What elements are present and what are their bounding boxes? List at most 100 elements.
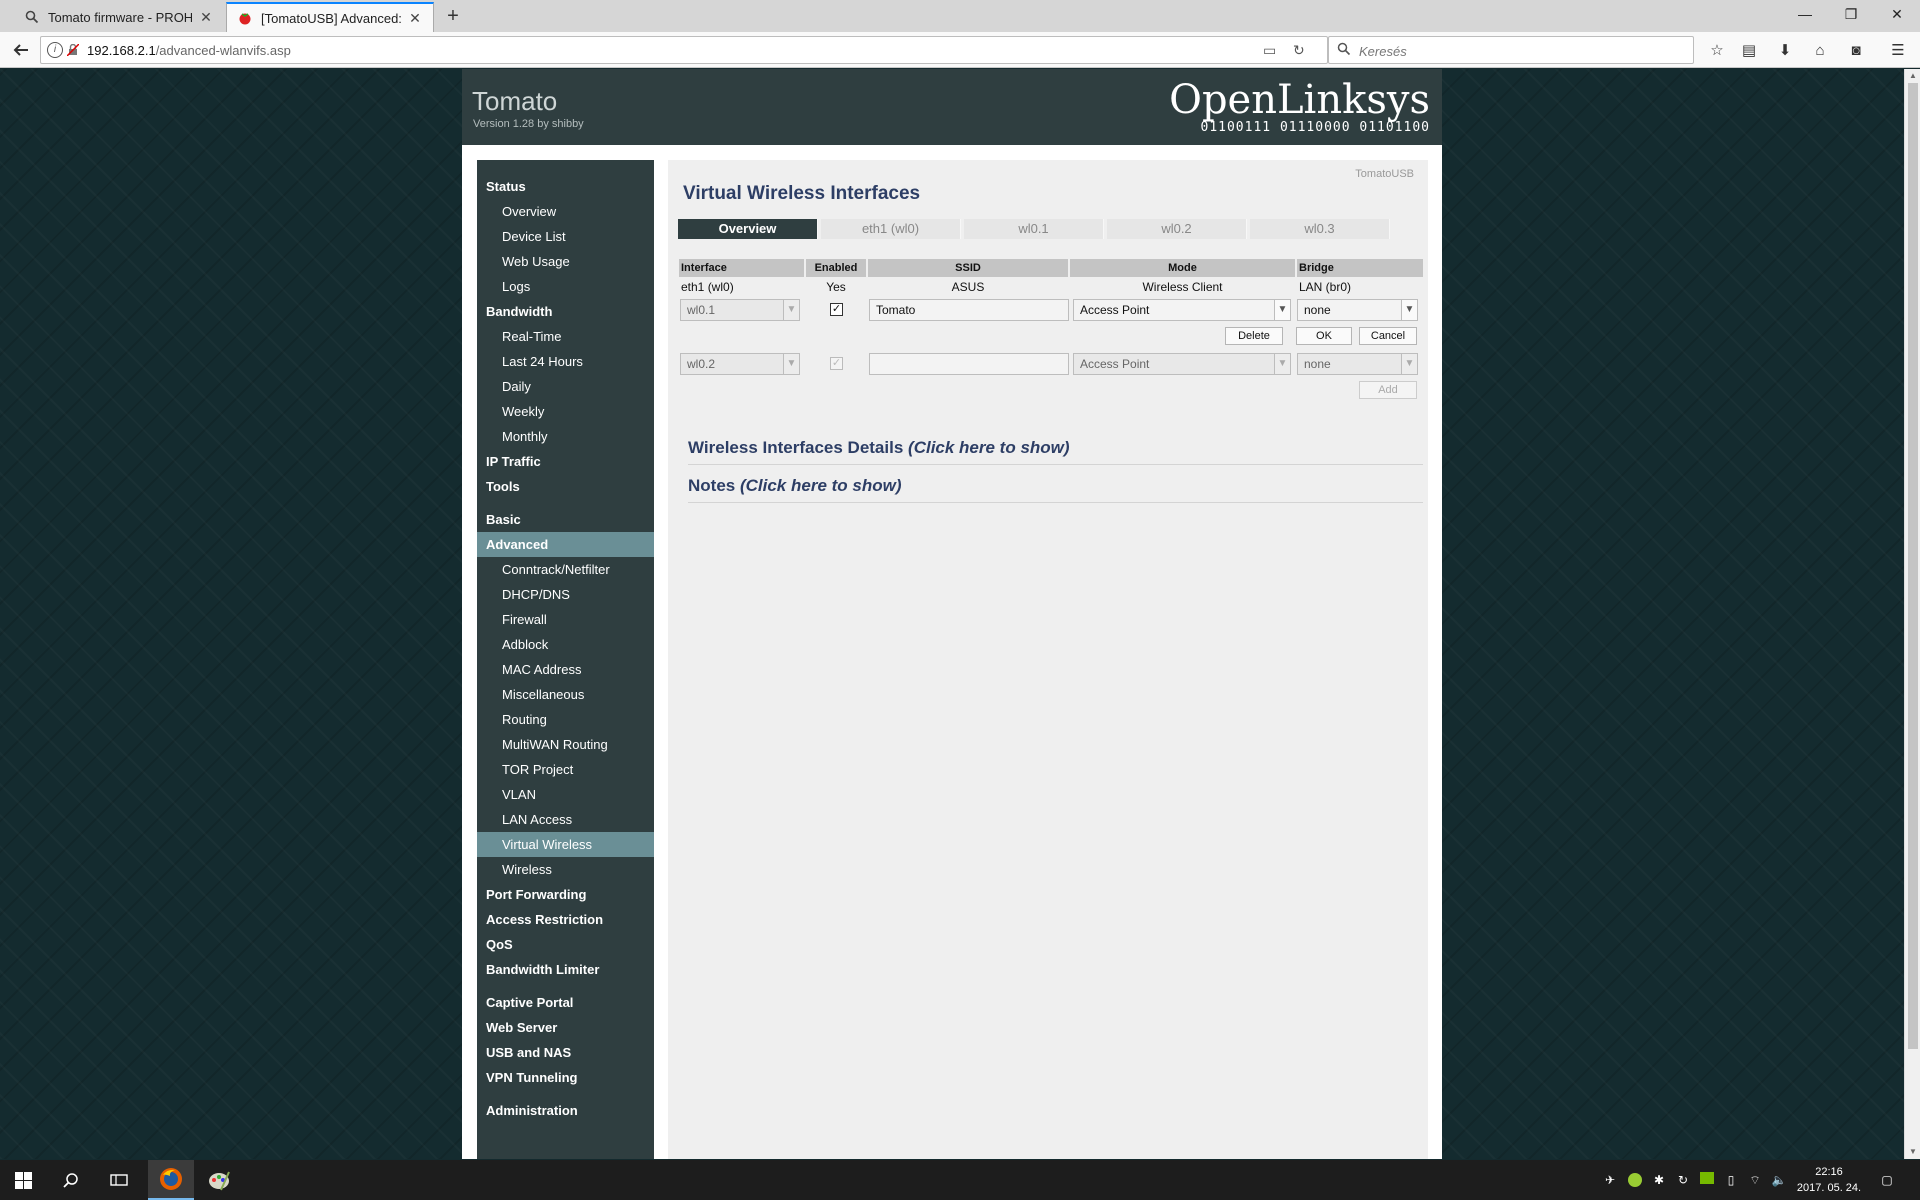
- pocket-icon[interactable]: ◙: [1846, 41, 1866, 61]
- delete-button[interactable]: Delete: [1225, 327, 1283, 345]
- bridge-select[interactable]: none ▼: [1297, 299, 1418, 321]
- sidebar-item-routing[interactable]: Routing: [477, 707, 654, 732]
- cancel-button[interactable]: Cancel: [1359, 327, 1417, 345]
- back-arrow-icon[interactable]: [8, 37, 34, 63]
- new-mode-select[interactable]: Access Point ▼: [1073, 353, 1291, 375]
- bookmarks-library-icon[interactable]: ▤: [1739, 41, 1759, 61]
- mode-select[interactable]: Access Point ▼: [1073, 299, 1291, 321]
- sidebar-item-access-restriction[interactable]: Access Restriction: [477, 907, 654, 932]
- close-tab-icon[interactable]: ✕: [407, 10, 423, 27]
- scroll-down-icon[interactable]: ▼: [1905, 1145, 1920, 1159]
- sidebar-item-lan-access[interactable]: LAN Access: [477, 807, 654, 832]
- home-icon[interactable]: ⌂: [1810, 41, 1830, 61]
- download-icon[interactable]: ⬇: [1775, 41, 1795, 61]
- new-ssid-input[interactable]: [869, 353, 1069, 375]
- firefox-icon[interactable]: [148, 1160, 194, 1200]
- sidebar-item-multiwan-routing[interactable]: MultiWAN Routing: [477, 732, 654, 757]
- new-bridge-select[interactable]: none ▼: [1297, 353, 1418, 375]
- new-interface-select[interactable]: wl0.2 ▼: [680, 353, 800, 375]
- bluetooth-icon[interactable]: ✱: [1650, 1172, 1668, 1188]
- vertical-scrollbar[interactable]: ▲ ▼: [1904, 69, 1920, 1159]
- sidebar-item-status[interactable]: Status: [477, 174, 654, 199]
- browser-tab-tomato-firmware[interactable]: Tomato firmware - PROHAR ✕: [14, 2, 224, 32]
- restore-icon[interactable]: ❐: [1828, 0, 1874, 30]
- sync-icon[interactable]: ↻: [1674, 1172, 1692, 1188]
- info-icon[interactable]: i: [47, 42, 63, 58]
- paint-app-icon[interactable]: [196, 1160, 242, 1200]
- sidebar-item-web-usage[interactable]: Web Usage: [477, 249, 654, 274]
- airplane-icon[interactable]: ✈: [1601, 1172, 1619, 1188]
- close-tab-icon[interactable]: ✕: [198, 9, 214, 26]
- sidebar-item-web-server[interactable]: Web Server: [477, 1015, 654, 1040]
- scroll-up-icon[interactable]: ▲: [1905, 69, 1920, 83]
- search-bar[interactable]: Keresés: [1328, 36, 1694, 64]
- tab-overview[interactable]: Overview: [678, 219, 818, 239]
- action-center-icon[interactable]: ▢: [1878, 1172, 1896, 1188]
- tab-wl0-3[interactable]: wl0.3: [1250, 219, 1390, 239]
- menu-hamburger-icon[interactable]: ☰: [1888, 41, 1908, 61]
- sidebar-item-dhcp-dns[interactable]: DHCP/DNS: [477, 582, 654, 607]
- sidebar-item-usb-and-nas[interactable]: USB and NAS: [477, 1040, 654, 1065]
- sidebar-item-bandwidth[interactable]: Bandwidth: [477, 299, 654, 324]
- battery-icon[interactable]: ▯: [1722, 1172, 1740, 1188]
- ok-button[interactable]: OK: [1296, 327, 1352, 345]
- app-tray-icon[interactable]: [1626, 1172, 1644, 1188]
- insecure-lock-icon[interactable]: [66, 43, 80, 57]
- sidebar-item-bandwidth-limiter[interactable]: Bandwidth Limiter: [477, 957, 654, 982]
- new-enabled-checkbox[interactable]: ✓: [830, 357, 843, 370]
- sidebar-item-administration[interactable]: Administration: [477, 1098, 654, 1123]
- interface-select[interactable]: wl0.1 ▼: [680, 299, 800, 321]
- sidebar-item-port-forwarding[interactable]: Port Forwarding: [477, 882, 654, 907]
- tab-wl0-2[interactable]: wl0.2: [1107, 219, 1247, 239]
- nvidia-icon[interactable]: [1698, 1172, 1716, 1188]
- sidebar-item-logs[interactable]: Logs: [477, 274, 654, 299]
- sidebar-item-ip-traffic[interactable]: IP Traffic: [477, 449, 654, 474]
- sidebar-item-wireless[interactable]: Wireless: [477, 857, 654, 882]
- system-clock[interactable]: 22:16 2017. 05. 24.: [1790, 1164, 1868, 1196]
- network-icon[interactable]: ⌔: [1746, 1172, 1764, 1188]
- minimize-icon[interactable]: —: [1782, 0, 1828, 30]
- sidebar-item-firewall[interactable]: Firewall: [477, 607, 654, 632]
- browser-tab-tomatousb[interactable]: [TomatoUSB] Advanced: Virt ✕: [226, 2, 434, 32]
- windows-start-icon[interactable]: [0, 1160, 46, 1200]
- reader-view-icon[interactable]: ▭: [1263, 42, 1276, 59]
- sidebar-item-qos[interactable]: QoS: [477, 932, 654, 957]
- bookmark-star-icon[interactable]: ☆: [1707, 41, 1727, 61]
- sidebar-item-daily[interactable]: Daily: [477, 374, 654, 399]
- sidebar-item-adblock[interactable]: Adblock: [477, 632, 654, 657]
- sidebar-item-device-list[interactable]: Device List: [477, 224, 654, 249]
- sidebar-item-basic[interactable]: Basic: [477, 507, 654, 532]
- sidebar-item-miscellaneous[interactable]: Miscellaneous: [477, 682, 654, 707]
- sidebar-item-monthly[interactable]: Monthly: [477, 424, 654, 449]
- reload-icon[interactable]: ↻: [1293, 42, 1305, 59]
- sidebar-item-vlan[interactable]: VLAN: [477, 782, 654, 807]
- sidebar-item-vpn-tunneling[interactable]: VPN Tunneling: [477, 1065, 654, 1090]
- sidebar-item-virtual-wireless[interactable]: Virtual Wireless: [477, 832, 654, 857]
- window-close-icon[interactable]: ✕: [1874, 0, 1920, 30]
- tab-wl0-1[interactable]: wl0.1: [964, 219, 1104, 239]
- enabled-checkbox[interactable]: ✓: [830, 303, 843, 316]
- sidebar-item-weekly[interactable]: Weekly: [477, 399, 654, 424]
- wireless-details-section[interactable]: Wireless Interfaces Details (Click here …: [688, 438, 1423, 465]
- new-tab-button[interactable]: +: [440, 4, 466, 30]
- ssid-input[interactable]: Tomato: [869, 299, 1069, 321]
- sidebar-item-real-time[interactable]: Real-Time: [477, 324, 654, 349]
- sidebar-item-last-24-hours[interactable]: Last 24 Hours: [477, 349, 654, 374]
- show-details-link[interactable]: (Click here to show): [908, 438, 1070, 457]
- notes-section[interactable]: Notes (Click here to show): [688, 476, 1423, 503]
- sidebar-item-tools[interactable]: Tools: [477, 474, 654, 499]
- search-icon[interactable]: [48, 1160, 94, 1200]
- show-notes-link[interactable]: (Click here to show): [740, 476, 902, 495]
- sidebar-item-tor-project[interactable]: TOR Project: [477, 757, 654, 782]
- sidebar-item-advanced[interactable]: Advanced: [477, 532, 654, 557]
- sidebar-item-overview[interactable]: Overview: [477, 199, 654, 224]
- sidebar-item-captive-portal[interactable]: Captive Portal: [477, 990, 654, 1015]
- scrollbar-thumb[interactable]: [1908, 83, 1918, 1049]
- tab-eth1-wl0[interactable]: eth1 (wl0): [821, 219, 961, 239]
- task-view-icon[interactable]: [96, 1160, 142, 1200]
- sidebar-item-mac-address[interactable]: MAC Address: [477, 657, 654, 682]
- sidebar-item-conntrack-netfilter[interactable]: Conntrack/Netfilter: [477, 557, 654, 582]
- url-bar[interactable]: i 192.168.2.1/advanced-wlanvifs.asp ▭ ↻: [40, 36, 1328, 64]
- add-button[interactable]: Add: [1359, 381, 1417, 399]
- volume-icon[interactable]: 🔈: [1770, 1172, 1788, 1188]
